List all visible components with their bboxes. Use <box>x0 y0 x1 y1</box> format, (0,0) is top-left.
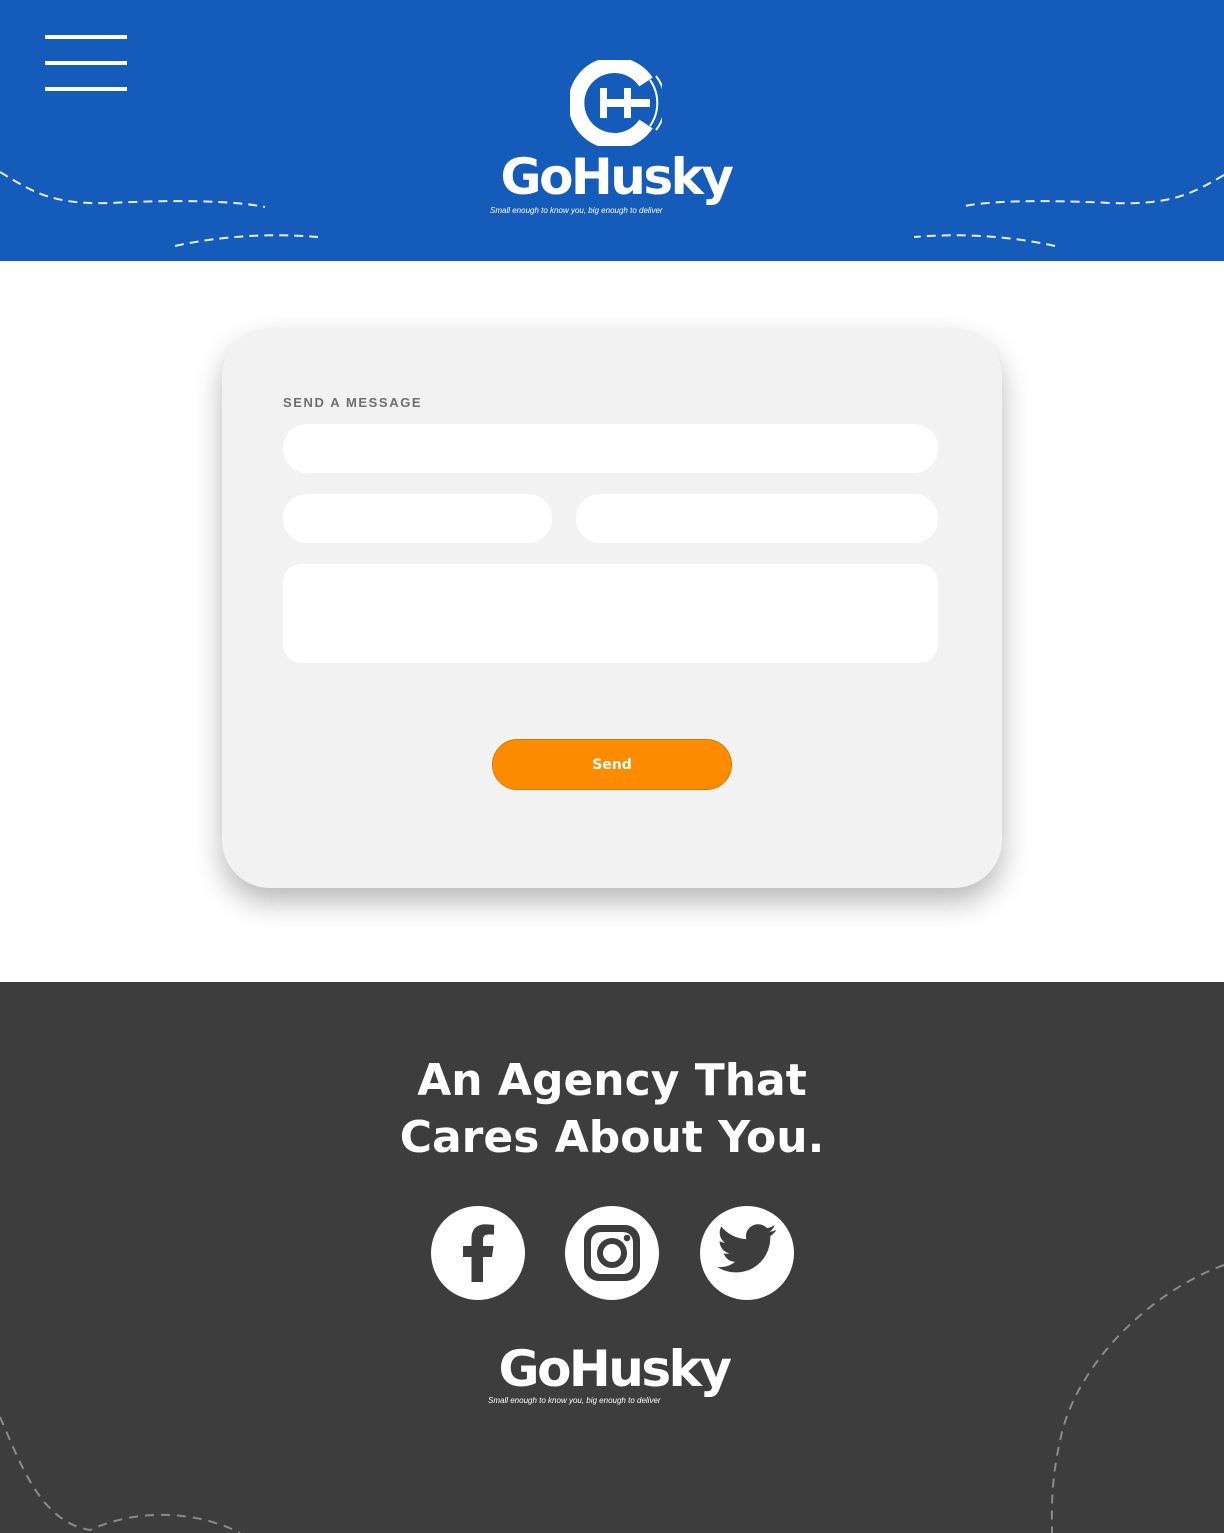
message-textarea[interactable] <box>283 564 938 663</box>
footer-logo-tagline: Small enough to know you, big enough to … <box>488 1396 661 1405</box>
tagline-line-2: Cares About You. <box>399 1112 825 1163</box>
facebook-link[interactable] <box>431 1206 525 1300</box>
site-footer: An Agency That Cares About You. GoHusky … <box>0 982 1224 1533</box>
facebook-icon <box>463 1224 494 1282</box>
twitter-icon <box>717 1224 777 1273</box>
form-title: SEND A MESSAGE <box>283 395 423 410</box>
logo-tagline: Small enough to know you, big enough to … <box>490 206 663 215</box>
tagline-line-1: An Agency That <box>417 1055 807 1106</box>
subject-input[interactable] <box>283 424 938 473</box>
site-header: GoHusky Small enough to know you, big en… <box>0 0 1224 261</box>
hamburger-menu-icon[interactable] <box>45 35 127 93</box>
menu-line <box>45 87 127 91</box>
footer-logo-wordmark: GoHusky <box>498 1340 732 1398</box>
gohusky-logo[interactable]: GoHusky Small enough to know you, big en… <box>488 60 744 222</box>
contact-form-card: SEND A MESSAGE Send <box>222 328 1002 888</box>
send-button[interactable]: Send <box>492 739 732 790</box>
gohusky-g-logo-icon <box>570 60 662 146</box>
menu-line <box>45 35 127 39</box>
footer-logo[interactable]: GoHusky Small enough to know you, big en… <box>486 1344 742 1414</box>
menu-line <box>45 61 127 65</box>
email-input[interactable] <box>576 494 938 543</box>
logo-wordmark: GoHusky <box>500 148 734 206</box>
instagram-link[interactable] <box>565 1206 659 1300</box>
instagram-icon <box>584 1225 640 1281</box>
name-input[interactable] <box>283 494 552 543</box>
footer-tagline: An Agency That Cares About You. <box>0 1052 1224 1166</box>
twitter-link[interactable] <box>700 1206 794 1300</box>
